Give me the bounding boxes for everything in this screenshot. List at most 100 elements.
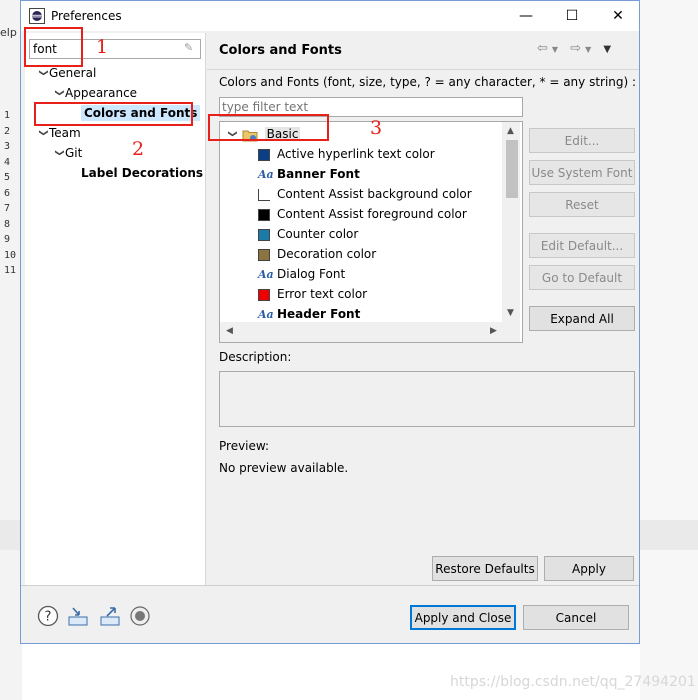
color-font-label: Counter color <box>277 227 359 241</box>
forward-arrow-icon[interactable]: ⇨ <box>570 41 585 56</box>
background-line-number: 8 <box>4 218 11 230</box>
colors-fonts-tree: ❯ Basic Active hyperlink text color Aa Ban… <box>219 121 523 343</box>
color-swatch <box>258 248 270 261</box>
scroll-right-icon[interactable]: ▶ <box>490 326 497 336</box>
description-label: Description: <box>219 350 292 364</box>
color-swatch <box>258 288 270 301</box>
eclipse-icon <box>29 8 45 24</box>
tree-item-label: Appearance <box>65 86 138 100</box>
window-title: Preferences <box>51 9 122 23</box>
page-title: Colors and Fonts <box>219 43 342 58</box>
color-font-label: Header Font <box>277 307 361 321</box>
chevron-down-icon[interactable]: ❯ <box>33 69 53 81</box>
annotation-box-3 <box>208 114 329 141</box>
color-font-label: Content Assist background color <box>277 187 472 201</box>
apply-button[interactable]: Apply <box>544 556 634 581</box>
color-swatch <box>258 228 270 241</box>
scroll-up-icon[interactable]: ▲ <box>507 126 514 136</box>
color-font-item[interactable]: Error text color <box>258 284 367 304</box>
color-swatch <box>258 188 270 201</box>
header-separator <box>207 69 639 70</box>
svg-text:?: ? <box>45 610 52 625</box>
tree-item-appearance[interactable]: ❯Appearance <box>25 83 205 103</box>
import-icon[interactable] <box>67 605 89 627</box>
view-menu-icon[interactable]: ▼ <box>603 44 615 55</box>
clear-filter-icon[interactable]: ✎ <box>184 41 193 54</box>
preferences-window: Preferences — ☐ ✕ ✎ ❯General❯AppearanceC… <box>20 0 640 644</box>
scroll-down-icon[interactable]: ▼ <box>507 308 514 318</box>
annotation-box-2 <box>34 102 193 126</box>
footer-separator <box>21 585 639 586</box>
tree-item-label: Label Decorations <box>81 166 204 180</box>
font-icon: Aa <box>258 167 274 181</box>
edit-button[interactable]: Edit... <box>529 128 635 153</box>
vertical-scrollbar[interactable]: ▲ ▼ <box>502 122 520 322</box>
annotation-box-1 <box>24 27 83 67</box>
background-line-number: 2 <box>4 125 11 137</box>
edit-default-button[interactable]: Edit Default... <box>529 233 635 258</box>
background-line-number: 4 <box>4 156 11 168</box>
close-button[interactable]: ✕ <box>595 1 641 31</box>
tree-item-label: General <box>49 66 97 80</box>
maximize-button[interactable]: ☐ <box>549 1 595 31</box>
cancel-button[interactable]: Cancel <box>523 605 629 630</box>
apply-and-close-button[interactable]: Apply and Close <box>410 605 516 630</box>
watermark: https://blog.csdn.net/qq_27494201 <box>450 674 696 690</box>
chevron-down-icon[interactable]: ❯ <box>49 89 69 101</box>
color-swatch <box>258 208 270 221</box>
color-font-item[interactable]: Counter color <box>258 224 358 244</box>
color-font-label: Content Assist foreground color <box>277 207 467 221</box>
color-font-item[interactable]: Content Assist foreground color <box>258 204 467 224</box>
background-editor-area <box>640 0 698 700</box>
font-icon: Aa <box>258 267 274 281</box>
color-font-item[interactable]: Aa Banner Font <box>258 164 360 184</box>
background-editor-gutter <box>0 0 22 700</box>
tree-item-label-decorations[interactable]: Label Decorations <box>25 163 205 183</box>
background-line-number: 11 <box>4 265 17 276</box>
color-font-item[interactable]: Active hyperlink text color <box>258 144 435 164</box>
go-to-default-button[interactable]: Go to Default <box>529 265 635 290</box>
export-icon[interactable] <box>99 605 121 627</box>
help-icon[interactable]: ? <box>37 605 59 627</box>
background-line-number: 3 <box>4 141 11 152</box>
color-swatch <box>258 148 270 161</box>
back-arrow-icon[interactable]: ⇦ <box>537 41 552 56</box>
expand-all-button[interactable]: Expand All <box>529 306 635 331</box>
annotation-number-3: 3 <box>370 117 383 139</box>
preview-label: Preview: <box>219 439 270 453</box>
color-font-label: Error text color <box>277 287 368 301</box>
tree-item-label: Team <box>49 126 81 140</box>
color-font-label: Banner Font <box>277 167 360 181</box>
minimize-button[interactable]: — <box>503 1 549 31</box>
color-font-item[interactable]: Decoration color <box>258 244 376 264</box>
color-font-label: Dialog Font <box>277 267 346 281</box>
scroll-left-icon[interactable]: ◀ <box>226 326 233 336</box>
annotation-number-1: 1 <box>96 36 109 58</box>
use-system-font-button[interactable]: Use System Font <box>529 160 635 185</box>
background-menu-fragment: elp <box>0 26 17 39</box>
page-navigation: ⇦▼ ⇨▼ ▼ <box>537 41 615 56</box>
type-filter-input[interactable] <box>222 99 518 115</box>
description-area <box>219 371 635 427</box>
forward-menu-icon[interactable]: ▼ <box>585 45 595 54</box>
tree-item-team[interactable]: ❯Team <box>25 123 205 143</box>
background-line-number: 10 <box>4 249 17 261</box>
back-menu-icon[interactable]: ▼ <box>552 45 562 54</box>
color-font-label: Decoration color <box>277 247 377 261</box>
vertical-scroll-thumb[interactable] <box>506 140 518 198</box>
chevron-down-icon[interactable]: ❯ <box>49 149 69 161</box>
color-font-item[interactable]: Aa Header Font <box>258 304 360 324</box>
tree-item-git[interactable]: ❯Git <box>25 143 205 163</box>
chevron-down-icon[interactable]: ❯ <box>33 129 53 141</box>
color-font-item[interactable]: Content Assist background color <box>258 184 472 204</box>
color-font-item[interactable]: Aa Dialog Font <box>258 264 345 284</box>
title-bar: Preferences — ☐ ✕ <box>21 1 639 31</box>
background-line-number: 9 <box>4 234 11 245</box>
record-icon[interactable] <box>129 605 151 627</box>
restore-defaults-button[interactable]: Restore Defaults <box>432 556 538 581</box>
reset-button[interactable]: Reset <box>529 192 635 217</box>
background-line-number: 6 <box>4 187 11 199</box>
colors-fonts-description: Colors and Fonts (font, size, type, ? = … <box>219 75 637 89</box>
annotation-number-2: 2 <box>132 138 145 160</box>
horizontal-scrollbar[interactable]: ◀ ▶ <box>220 322 520 342</box>
